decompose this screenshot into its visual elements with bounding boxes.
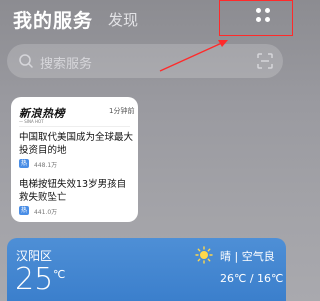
sun-icon <box>195 246 213 264</box>
hot-count: 441.0万 <box>34 209 58 216</box>
scan-icon[interactable] <box>256 52 274 70</box>
search-placeholder: 搜索服务 <box>40 57 93 72</box>
news-title: 电梯按钮失效13岁男孩自救失败坠亡 <box>19 179 127 203</box>
annotation-highlight-box <box>219 0 293 36</box>
news-item[interactable]: 中国取代美国成为全球最大投资目的地 热 448.1万 <box>19 131 134 169</box>
brand-sub: — SINA HOT <box>19 119 44 124</box>
search-icon <box>19 54 33 68</box>
weather-condition: 晴 | 空气良 <box>220 250 275 263</box>
divider <box>19 126 130 127</box>
header: 我的服务 发现 <box>0 0 293 36</box>
weather-card[interactable]: 汉阳区 25 ℃ 晴 | 空气良 26℃ / 16℃ <box>7 238 286 301</box>
tab-my-services[interactable]: 我的服务 <box>13 6 93 33</box>
temperature-unit: ℃ <box>53 268 66 281</box>
tab-discover[interactable]: 发现 <box>108 9 138 30</box>
hot-badge: 热 <box>19 159 29 168</box>
hot-count: 448.1万 <box>34 162 58 169</box>
temperature-range: 26℃ / 16℃ <box>220 272 284 285</box>
current-temperature: 25 <box>15 262 54 297</box>
hot-badge: 热 <box>19 206 29 215</box>
search-bar[interactable]: 搜索服务 <box>7 44 283 78</box>
news-item[interactable]: 电梯按钮失效13岁男孩自救失败坠亡 热 441.0万 <box>19 178 134 216</box>
update-time: 1分钟前 <box>109 107 135 115</box>
news-title: 中国取代美国成为全球最大投资目的地 <box>19 132 134 156</box>
hot-news-card[interactable]: 新浪热榜 — SINA HOT 1分钟前 中国取代美国成为全球最大投资目的地 热… <box>11 97 138 222</box>
